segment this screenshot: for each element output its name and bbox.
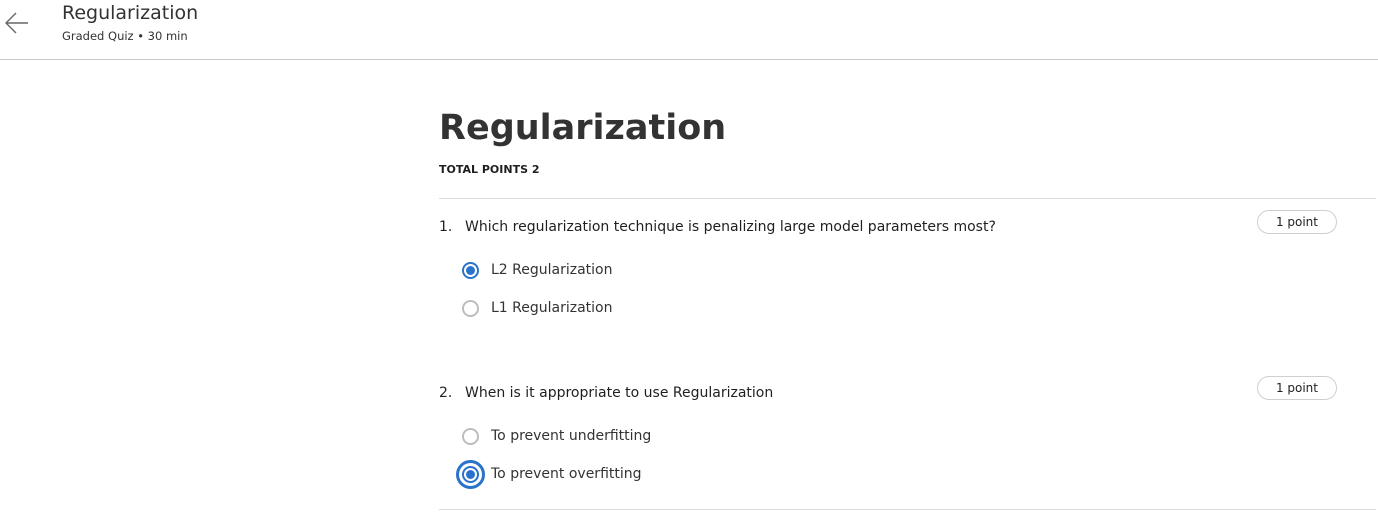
option-label: L1 Regularization <box>491 300 613 316</box>
header-title: Regularization <box>62 2 199 24</box>
total-points: TOTAL POINTS 2 <box>439 163 540 176</box>
radio-button[interactable] <box>462 299 479 317</box>
option-label: L2 Regularization <box>491 262 613 278</box>
points-badge: 1 point <box>1256 210 1337 234</box>
question-number: 1. <box>439 219 453 235</box>
option-l2-regularization[interactable]: L2 Regularization <box>462 259 613 281</box>
radio-button-selected[interactable] <box>462 261 479 279</box>
question-text: Which regularization technique is penali… <box>465 219 996 235</box>
top-bar: Regularization Graded Quiz • 30 min <box>0 0 1378 60</box>
page-title: Regularization <box>439 108 727 148</box>
option-prevent-underfitting[interactable]: To prevent underfitting <box>462 425 651 447</box>
option-prevent-overfitting[interactable]: To prevent overfitting <box>456 459 642 489</box>
radio-button-selected[interactable] <box>456 459 485 489</box>
header-subtitle: Graded Quiz • 30 min <box>62 29 188 43</box>
divider <box>439 198 1376 199</box>
option-label: To prevent overfitting <box>491 466 642 482</box>
points-badge: 1 point <box>1256 376 1337 400</box>
arrow-left-icon <box>5 12 28 34</box>
option-l1-regularization[interactable]: L1 Regularization <box>462 297 613 319</box>
divider <box>439 509 1376 510</box>
question-number: 2. <box>439 385 453 401</box>
option-label: To prevent underfitting <box>491 428 652 444</box>
question-text: When is it appropriate to use Regulariza… <box>465 385 774 401</box>
back-button[interactable] <box>3 9 31 37</box>
radio-button[interactable] <box>462 427 479 445</box>
